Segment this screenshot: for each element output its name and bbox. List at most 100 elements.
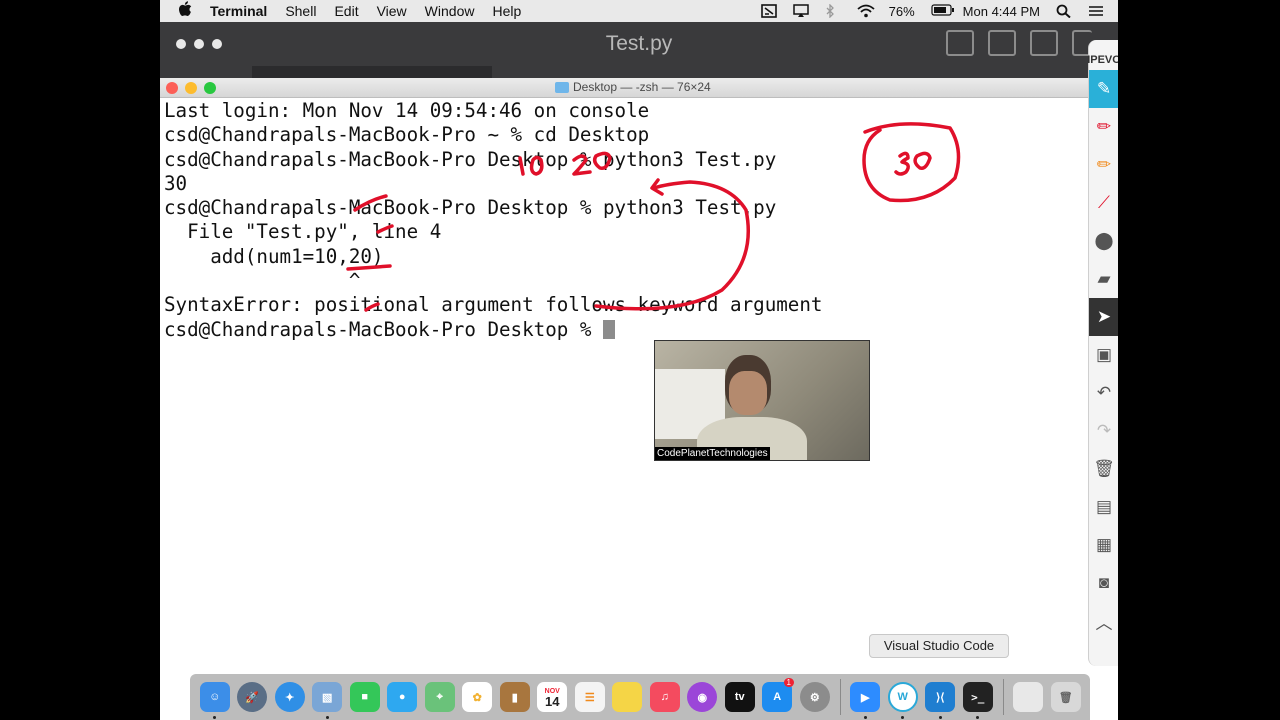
terminal-line: add(num1=10,20) [164,244,384,268]
terminal-title-bar[interactable]: Desktop — -zsh — 76×24 [160,78,1090,98]
whiteboard-icon[interactable]: ▤ [1089,488,1118,526]
dock-facetime[interactable]: ■ [346,674,384,720]
status-area: 76% Mon 4:44 PM [760,0,1104,22]
menu-edit[interactable]: Edit [334,3,358,19]
terminal-line: 30 [164,171,188,195]
battery-icon [931,4,954,18]
dock-contacts[interactable]: ▮ [496,674,534,720]
handwriting-icon[interactable]: ✎ [1089,70,1118,108]
dock-messages[interactable]: ● [384,674,422,720]
dock-system-preferences[interactable]: ⚙ [796,674,834,720]
dock-reminders[interactable]: ☰ [571,674,609,720]
calendar-day: 14 [545,694,560,709]
menu-shell[interactable]: Shell [285,3,316,19]
dock-documents[interactable] [1010,674,1048,720]
stamp-icon[interactable]: ⬤ [1089,222,1118,260]
battery-percent[interactable]: 76% [889,4,915,19]
messages-icon: ● [387,682,418,712]
dock-launchpad[interactable]: 🚀 [234,674,272,720]
split-right-icon[interactable] [1030,30,1058,56]
eraser-icon[interactable]: ▰ [1089,260,1118,298]
dock-music[interactable]: ♫ [646,674,684,720]
photos-icon: ✿ [462,682,493,712]
dock-terminal[interactable]: >_ [959,674,997,720]
minimize-icon[interactable] [185,82,197,94]
contacts-icon: ▮ [499,682,530,712]
dock-separator [839,679,841,715]
menu-help[interactable]: Help [492,3,521,19]
folder-icon [555,81,569,93]
menu-view[interactable]: View [377,3,407,19]
undo-icon[interactable]: ↶ [1089,374,1118,412]
notification-center-icon[interactable] [1088,4,1104,18]
dock-safari[interactable]: ✦ [271,674,309,720]
terminal-icon: >_ [962,682,993,712]
redo-icon[interactable]: ↷ [1089,412,1118,450]
dock-maps[interactable]: ⌖ [421,674,459,720]
podcasts-icon: ◉ [687,682,718,712]
webcam-label: CodePlanetTechnologies [655,447,770,460]
dock-calendar[interactable]: NOV 14 [534,674,572,720]
dock-whiteboard[interactable]: W [884,674,922,720]
dock-photos[interactable]: ✿ [459,674,497,720]
menu-bar: Terminal Shell Edit View Window Help 76%… [160,0,1118,22]
terminal-line: SyntaxError: positional argument follows… [164,293,823,317]
wifi-icon[interactable] [857,4,875,18]
camera-icon[interactable]: ◙ [1089,564,1118,602]
terminal-line: csd@Chandrapals-MacBook-Pro Desktop % py… [164,147,777,171]
terminal-prompt-line[interactable]: csd@Chandrapals-MacBook-Pro Desktop % [164,318,822,342]
dock-trash[interactable]: 🗑 [1047,674,1085,720]
music-icon: ♫ [649,682,680,712]
dock-tv[interactable]: tv [721,674,759,720]
terminal-line: csd@Chandrapals-MacBook-Pro ~ % cd Deskt… [164,123,650,147]
annotation-toolbar: IPEVO ✎ ✏ ✏ ⟋ ⬤ ▰ ➤ ▣ ↶ ↷ 🗑 ▤ ▦ ◙ ︿ [1087,40,1118,666]
launchpad-icon: 🚀 [237,682,268,712]
spotlight-search-icon[interactable] [1056,4,1072,19]
menu-window[interactable]: Window [425,3,475,19]
notes-icon [612,682,643,712]
chevron-up-icon[interactable]: ︿ [1089,602,1118,640]
maps-icon: ⌖ [424,682,455,712]
briefcase-icon[interactable]: ▣ [1089,336,1118,374]
dock-preview[interactable]: ▧ [309,674,347,720]
zoom-icon[interactable] [204,82,216,94]
dock-app-store[interactable]: A1 [759,674,797,720]
dock-tooltip: Visual Studio Code [869,634,1009,658]
orange-pen-icon[interactable]: ✏ [1089,146,1118,184]
menu-clock[interactable]: Mon 4:44 PM [963,4,1040,19]
vscode-icon: ⟩⟨ [925,682,956,712]
screen-share-icon[interactable] [760,4,777,18]
split-left-icon[interactable] [946,30,974,56]
dock-finder[interactable]: ☺ [196,674,234,720]
red-line-icon[interactable]: ⟋ [1089,184,1118,222]
whiteboard-app-icon: W [887,682,918,712]
calendar-icon: NOV 14 [537,682,568,712]
dock-vscode[interactable]: ⟩⟨ [922,674,960,720]
dock-zoom[interactable]: ▶ [847,674,885,720]
finder-icon: ☺ [199,682,230,712]
safari-icon: ✦ [274,682,305,712]
trash-icon[interactable]: 🗑 [1089,450,1118,488]
terminal-prompt: csd@Chandrapals-MacBook-Pro Desktop % [164,317,603,341]
terminal-output[interactable]: Last login: Mon Nov 14 09:54:46 on conso… [164,99,822,342]
airplay-icon[interactable] [792,4,809,18]
apple-menu-icon[interactable] [178,1,196,21]
terminal-cursor [602,319,615,339]
toolbar-logo: IPEVO [1087,54,1118,66]
terminal-line: Last login: Mon Nov 14 09:54:46 on conso… [164,99,650,122]
dock-notes[interactable] [609,674,647,720]
pointer-icon[interactable]: ➤ [1089,298,1118,336]
presenter-face [729,371,767,415]
terminal-line: ^ [164,269,361,293]
board-list-icon[interactable]: ▦ [1089,526,1118,564]
facetime-icon: ■ [349,682,380,712]
dock-podcasts[interactable]: ◉ [684,674,722,720]
split-bottom-icon[interactable] [988,30,1016,56]
app-store-badge: 1 [783,678,794,687]
menu-terminal[interactable]: Terminal [210,3,267,19]
red-pen-icon[interactable]: ✏ [1089,108,1118,146]
webcam-overlay: CodePlanetTechnologies [654,340,870,461]
bluetooth-icon[interactable] [825,3,841,19]
terminal-line: csd@Chandrapals-MacBook-Pro Desktop % py… [164,196,777,220]
close-icon[interactable] [166,82,178,94]
